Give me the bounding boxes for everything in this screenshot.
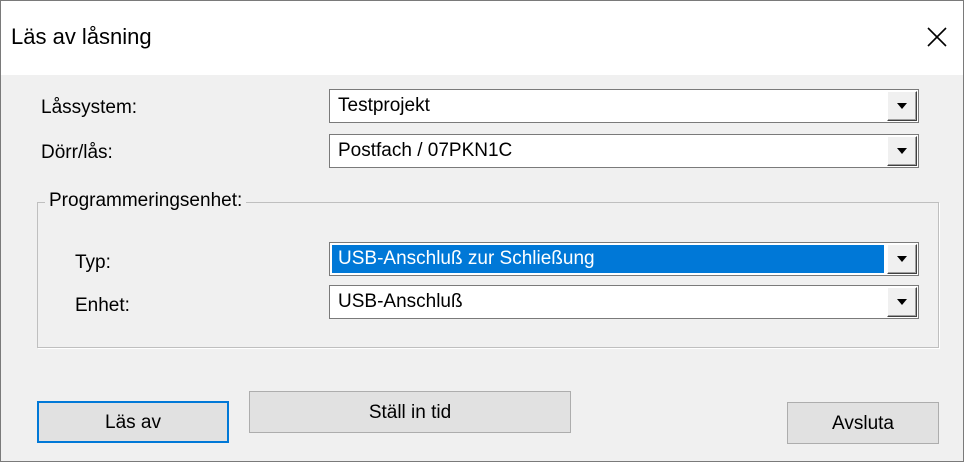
set-time-button[interactable]: Ställ in tid [249,391,571,433]
dialog-window: Läs av låsning Låssystem: Testprojekt Dö… [0,0,964,462]
enhet-combobox[interactable]: USB-Anschluß [329,285,919,319]
enhet-label: Enhet: [75,295,130,316]
close-icon [927,27,947,47]
title-bar: Läs av låsning [1,1,963,75]
dorr-las-value: Postfach / 07PKN1C [338,140,513,161]
lassystem-combobox[interactable]: Testprojekt [329,89,919,123]
typ-value: USB-Anschluß zur Schließung [332,245,884,273]
lassystem-label: Låssystem: [41,97,138,118]
chevron-down-icon [897,299,907,305]
exit-button[interactable]: Avsluta [787,402,939,444]
dorr-las-combobox[interactable]: Postfach / 07PKN1C [329,134,919,168]
lassystem-value: Testprojekt [338,95,430,116]
chevron-down-icon [897,103,907,109]
lassystem-dropdown-button[interactable] [887,91,917,121]
typ-combobox[interactable]: USB-Anschluß zur Schließung [329,242,919,276]
chevron-down-icon [897,256,907,262]
window-title: Läs av låsning [11,24,152,49]
dorr-las-label: Dörr/lås: [41,142,113,163]
enhet-value: USB-Anschluß [338,291,463,312]
close-button[interactable] [915,15,959,59]
read-button[interactable]: Läs av [37,401,229,443]
typ-dropdown-button[interactable] [887,244,917,274]
typ-label: Typ: [75,252,111,273]
enhet-dropdown-button[interactable] [887,287,917,317]
programming-unit-legend: Programmeringsenhet: [45,189,247,213]
chevron-down-icon [897,148,907,154]
dorr-las-dropdown-button[interactable] [887,136,917,166]
